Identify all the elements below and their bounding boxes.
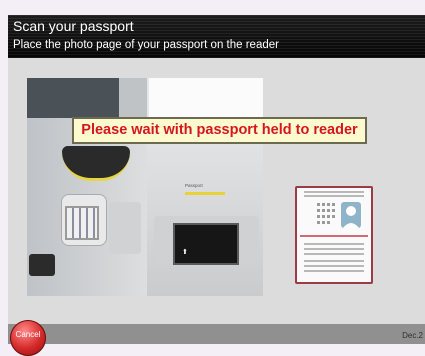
- page-subtitle: Place the photo page of your passport on…: [13, 39, 279, 51]
- kiosk-screen-area: [27, 78, 119, 118]
- bottom-bar: [8, 324, 425, 344]
- kiosk-side-block: [109, 202, 141, 254]
- passport-placement-icon: [295, 186, 373, 284]
- kiosk-knob: [29, 254, 55, 276]
- passport-label-strip: [185, 192, 225, 195]
- wait-message-banner: Please wait with passport held to reader: [72, 117, 367, 144]
- date-display: Dec.2: [402, 331, 423, 340]
- cancel-button[interactable]: Cancel: [10, 320, 46, 356]
- page-title: Scan your passport: [13, 18, 134, 34]
- passport-label: Passport: [185, 183, 203, 188]
- keypad: [65, 206, 99, 240]
- passport-reader-window: [173, 223, 239, 265]
- kiosk-illustration: Passport ⬆: [27, 78, 263, 296]
- kiosk-right-body: [147, 124, 263, 296]
- kiosk-top-strip: [119, 78, 147, 118]
- reader-arrow-icon: ⬆: [182, 249, 188, 256]
- header-bar: Scan your passport Place the photo page …: [8, 15, 425, 58]
